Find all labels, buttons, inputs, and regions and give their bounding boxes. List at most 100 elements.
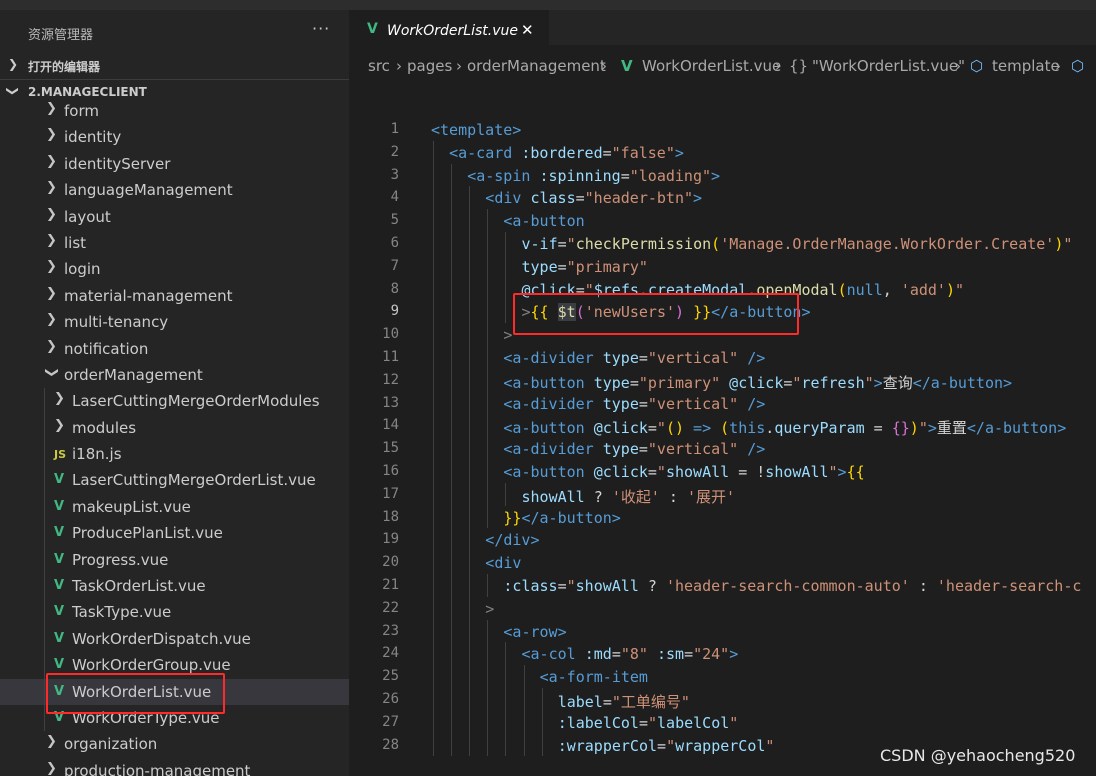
code-line[interactable]: 27:labelCol="labelCol" [349, 710, 1096, 734]
code-line[interactable]: 16 <a-button @click="showAll = !showAll">… [349, 459, 1096, 483]
breadcrumb-file[interactable]: WorkOrderList.vue [642, 57, 781, 75]
indent-guide [523, 733, 525, 757]
indent-guide [433, 186, 434, 210]
indent-guide [451, 277, 453, 301]
tree-folder[interactable]: ❯ list [0, 230, 349, 256]
code-line[interactable]: 15 <a-divider type="vertical" /> [349, 437, 1096, 460]
code-line[interactable]: 5 <a-button [349, 209, 1096, 232]
tree-folder[interactable]: ❯ identityServer [0, 151, 349, 177]
breadcrumb-src[interactable]: src [368, 57, 390, 75]
code-text: <a-col :md="8" :sm="24"> [522, 645, 739, 663]
tree-file[interactable]: V ProducePlanList.vue [0, 520, 349, 547]
code-token: 'header-search-common-auto' [665, 576, 910, 595]
indent-guide [469, 254, 471, 278]
tree-file[interactable]: V WorkOrderDispatch.vue [0, 625, 349, 653]
tree-folder[interactable]: ❯ languageManagement [0, 177, 349, 203]
tree-file[interactable]: V TaskOrderList.vue [0, 573, 349, 600]
tree-file[interactable]: V LaserCuttingMergeOrderList.vue [0, 467, 349, 494]
line-number: 17 [382, 485, 399, 502]
code-token: wrapperCol [675, 736, 766, 755]
code-line[interactable]: 2 <a-card :bordered="false"> [349, 140, 1096, 164]
code-line[interactable]: 4 <div class="header-btn"> [349, 186, 1096, 210]
code-token: null [846, 280, 883, 299]
code-token: <a-button [503, 212, 585, 231]
code-line[interactable]: 3 <a-spin :spinning="loading"> [349, 163, 1096, 187]
code-line[interactable]: 7 type="primary" [349, 254, 1096, 278]
tree-folder[interactable]: ❯ material-management [0, 283, 349, 309]
tree-file[interactable]: V Progress.vue [0, 546, 349, 574]
code-token: 重置 [936, 419, 967, 438]
code-line[interactable]: 19 </div> [349, 528, 1096, 552]
tree-folder[interactable]: ❯ form [0, 98, 349, 124]
code-line[interactable]: 20 <div [349, 551, 1096, 574]
breadcrumb-pages[interactable]: pages [407, 57, 452, 75]
tree-folder[interactable]: ❯ login [0, 256, 349, 282]
code-line[interactable]: 11 <a-divider type="vertical" /> [349, 345, 1096, 369]
indent-guide [451, 368, 453, 392]
open-editors-section[interactable]: ❯ 打开的编辑器 [0, 55, 349, 77]
tree-folder[interactable]: ❯ orderManagement [0, 362, 349, 388]
code-line[interactable]: 6 v-if="checkPermission('Manage.OrderMana… [349, 231, 1096, 255]
indent-guide [451, 642, 453, 666]
indent-guide [505, 300, 507, 324]
code-text: :wrapperCol="wrapperCol" [558, 737, 775, 755]
close-icon[interactable]: ✕ [521, 21, 534, 39]
tree-file[interactable]: VmakeupList.vue [0, 493, 349, 521]
indent-guide [487, 482, 489, 506]
code-token: <div [485, 554, 522, 573]
more-actions-icon[interactable]: ··· [312, 19, 330, 38]
tree-file[interactable]: JS i18n.js [0, 441, 349, 468]
code-text: <a-button [503, 212, 584, 230]
indent-guide [469, 414, 471, 438]
tree-folder[interactable]: ❯ layout [0, 204, 349, 230]
indent-guide [469, 551, 471, 574]
code-token: = [638, 348, 648, 367]
code-token: class [530, 189, 576, 208]
breadcrumb-template[interactable]: template [992, 57, 1060, 75]
code-line[interactable]: 24 <a-col :md="8" :sm="24"> [349, 642, 1096, 666]
tree-folder[interactable]: ❯ notification [0, 336, 349, 362]
tree-folder[interactable]: ❯ LaserCuttingMergeOrderModules [0, 388, 349, 415]
tree-folder[interactable]: ❯ organization [0, 731, 349, 757]
code-line[interactable]: 21:class="showAll ? 'header-search-commo… [349, 573, 1096, 597]
chevron-right-icon: › [396, 57, 402, 75]
code-line[interactable]: 12 <a-button type="primary" @click="refre… [349, 368, 1096, 392]
tree-folder[interactable]: ❯ production-management [0, 758, 349, 776]
tree-folder[interactable]: ❯ multi-tenancy [0, 309, 349, 335]
code-token: ! [756, 462, 766, 481]
line-number: 20 [382, 554, 399, 571]
code-line[interactable]: 13 <a-divider type="vertical" /> [349, 391, 1096, 415]
code-line[interactable]: 1 <template> [349, 118, 1096, 141]
code-text: :labelCol="labelCol" [558, 714, 739, 732]
tree-folder[interactable]: ❯ modules [0, 414, 349, 442]
code-line[interactable]: 26 label="工单编号" [349, 687, 1096, 711]
chevron-right-icon: ❯ [8, 57, 19, 71]
code-text: }}</a-button> [503, 509, 620, 527]
tab-workorderlist[interactable]: V WorkOrderList.vue ✕ [349, 10, 549, 45]
code-line[interactable]: 23 <a-row> [349, 619, 1096, 643]
tree-file[interactable]: V TaskType.vue [0, 599, 349, 626]
indent-guide [433, 573, 434, 597]
chevron-right-icon: ❯ [46, 285, 57, 301]
indent-guide [487, 642, 489, 666]
breadcrumb-component[interactable]: "WorkOrderList.vue" [812, 57, 965, 75]
indent-guide [469, 368, 471, 392]
section-divider [0, 79, 349, 80]
code-token: <a-divider [503, 440, 594, 459]
code-line[interactable]: 18}}</a-button> [349, 505, 1096, 529]
breadcrumb-folder[interactable]: orderManagement [467, 57, 606, 75]
chevron-right-icon: ❯ [46, 734, 57, 750]
code-line[interactable]: 14 <a-button @click="() => (this.queryPar… [349, 414, 1096, 437]
code-line[interactable]: 17 showAll ? '收起' : '展开' [349, 482, 1096, 506]
line-number: 28 [382, 736, 399, 753]
code-token: checkPermission [575, 234, 712, 253]
code-token: ? [593, 487, 603, 506]
tree-folder[interactable]: ❯ identity [0, 124, 349, 150]
code-line[interactable]: 22 > [349, 596, 1096, 620]
code-token: " [1063, 234, 1073, 253]
code-line[interactable]: 25 <a-form-item [349, 665, 1096, 688]
code-view[interactable]: 1 <template> 2 <a-card :bordered="false"> 3 <… [349, 118, 1096, 757]
